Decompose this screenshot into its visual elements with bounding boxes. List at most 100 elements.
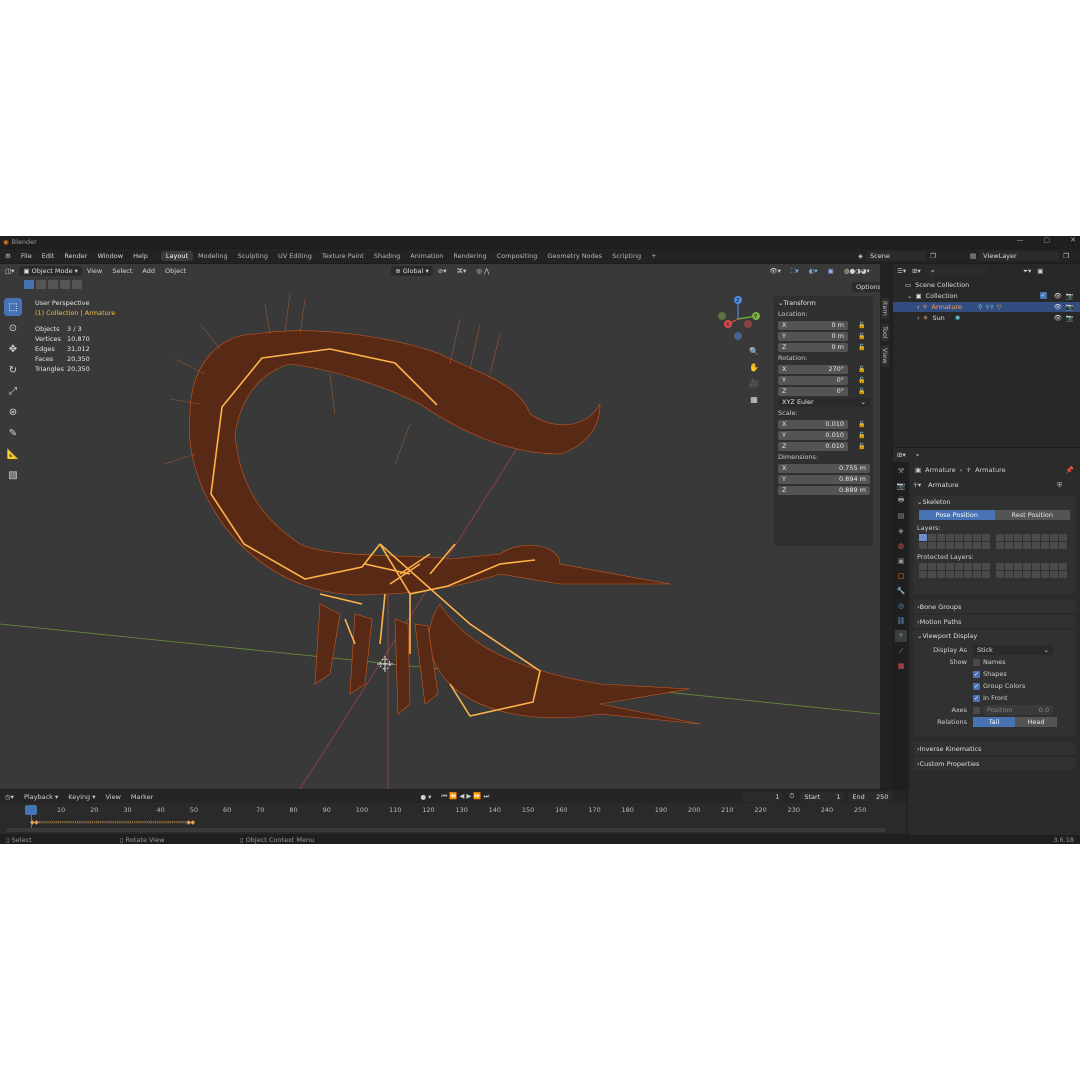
select-subtract-icon[interactable] <box>48 280 58 289</box>
menu-help[interactable]: Help <box>128 252 153 260</box>
transform-header[interactable]: ⌄ Transform <box>774 296 873 309</box>
armature-data-icon[interactable]: ☥▾ <box>913 481 921 489</box>
add-cube-tool-icon[interactable]: ▧ <box>4 466 22 484</box>
gizmo-toggle-icon[interactable]: ⛶▾ <box>786 267 804 276</box>
select-new-icon[interactable] <box>24 280 34 289</box>
eye-icon[interactable]: 👁 <box>1054 292 1062 300</box>
layer-buttons-right[interactable] <box>996 534 1067 549</box>
output-tab-icon[interactable]: 🖶 <box>895 495 907 507</box>
rotation-y-field[interactable]: Y 0° <box>778 376 848 385</box>
tail-button[interactable]: Tail <box>973 717 1015 727</box>
overlay-toggle-icon[interactable]: ◐▾ <box>804 267 823 275</box>
playback-controls[interactable]: ⏮⏪◀▶⏩⏭ <box>435 792 497 801</box>
measure-tool-icon[interactable]: 📐 <box>4 445 22 463</box>
expand-chevron-icon[interactable]: › <box>917 314 920 322</box>
physics-tab-icon[interactable]: ◎ <box>895 600 907 612</box>
timeline-scrollbar[interactable] <box>6 828 886 832</box>
cursor-tool-icon[interactable]: ⊙ <box>4 319 22 337</box>
lock-icon[interactable]: 🔓 <box>858 377 865 384</box>
lock-icon[interactable]: 🔓 <box>858 333 865 340</box>
checkbox-icon[interactable]: ✓ <box>1039 292 1047 299</box>
scene-field[interactable]: Scene <box>866 251 926 261</box>
tab-compositing[interactable]: Compositing <box>492 251 543 261</box>
editor-type-icon[interactable]: ◫▾ <box>0 267 19 275</box>
skeleton-header[interactable]: ⌄ Skeleton <box>913 496 1076 508</box>
tab-shading[interactable]: Shading <box>369 251 405 261</box>
view-layer-field[interactable]: ViewLayer <box>979 251 1060 261</box>
menu-window[interactable]: Window <box>92 252 128 260</box>
scale-y-field[interactable]: Y 0.010 <box>778 431 848 440</box>
timeline-editor-icon[interactable]: ◷▾ <box>0 793 19 801</box>
menu-object[interactable]: Object <box>160 267 191 275</box>
lock-icon[interactable]: 🔓 <box>858 421 865 428</box>
scale-z-field[interactable]: Z 0.010 <box>778 442 848 451</box>
world-tab-icon[interactable]: ◍ <box>895 540 907 552</box>
current-frame-field[interactable]: 1 <box>743 791 784 802</box>
tab-item[interactable]: Item <box>881 298 889 319</box>
camera-icon[interactable]: 📷 <box>1066 314 1074 322</box>
bone-groups-panel[interactable]: › Bone Groups <box>913 600 1076 613</box>
properties-editor-icon[interactable]: ⊞▾ <box>897 451 906 459</box>
dimensions-y-field[interactable]: Y 0.894 m <box>778 475 870 484</box>
new-scene-icon[interactable]: ❐ <box>930 252 936 260</box>
rotate-tool-icon[interactable]: ↻ <box>4 361 22 379</box>
minimize-icon[interactable]: — <box>1017 236 1024 244</box>
playhead[interactable] <box>25 805 37 815</box>
lock-icon[interactable]: 🔓 <box>858 443 865 450</box>
shapes-checkbox[interactable]: ✓ <box>973 670 980 678</box>
fake-user-icon[interactable]: ⛨ <box>1057 481 1062 490</box>
constraints-tab-icon[interactable]: ⛓ <box>895 615 907 627</box>
end-frame-field[interactable]: End 250 <box>848 791 893 802</box>
ortho-grid-icon[interactable]: ▦ <box>748 392 760 408</box>
pose-position-button[interactable]: Pose Position <box>919 510 995 520</box>
start-frame-field[interactable]: Start 1 <box>800 791 845 802</box>
motion-paths-panel[interactable]: › Motion Paths <box>913 615 1076 628</box>
keyframes-row[interactable]: ◆◆‹‹‹‹‹‹‹‹‹‹‹‹‹‹‹‹‹‹‹‹‹‹‹‹‹‹‹‹‹‹‹‹‹‹‹‹‹‹… <box>30 819 195 826</box>
texture-tab-icon[interactable]: ▦ <box>895 660 907 672</box>
protected-layer-buttons-left[interactable] <box>919 563 990 578</box>
record-icon[interactable]: ● ▾ <box>416 793 435 801</box>
blender-menu-icon[interactable]: ⚙ <box>0 252 16 260</box>
outliner-editor-icon[interactable]: ☰▾ <box>897 267 906 275</box>
view-layer-tab-icon[interactable]: ▤ <box>895 510 907 522</box>
group-colors-checkbox[interactable]: ✓ <box>973 682 980 690</box>
tab-tool[interactable]: Tool <box>881 322 889 342</box>
object-tab-icon[interactable]: ▢ <box>895 570 907 582</box>
scale-x-field[interactable]: X 0.010 <box>778 420 848 429</box>
close-icon[interactable]: ✕ <box>1070 236 1076 244</box>
select-invert-icon[interactable] <box>60 280 70 289</box>
stopwatch-icon[interactable]: ⏱ <box>783 792 800 801</box>
camera-icon[interactable]: 📷 <box>1066 303 1074 311</box>
annotate-tool-icon[interactable]: ✎ <box>4 424 22 442</box>
inverse-kinematics-panel[interactable]: › Inverse Kinematics <box>913 742 1076 755</box>
location-x-field[interactable]: X 0 m <box>778 321 848 330</box>
expand-chevron-icon[interactable]: ⌄ <box>907 292 912 300</box>
display-mode-icon[interactable]: ⊞▾ <box>912 267 921 275</box>
custom-properties-panel[interactable]: › Custom Properties <box>913 757 1076 770</box>
rotation-mode-dropdown[interactable]: XYZ Euler ⌄ <box>778 398 870 407</box>
snap-icon[interactable]: ⌘▾ <box>452 267 472 275</box>
scene-tab-icon[interactable]: ◈ <box>895 525 907 537</box>
select-extend-icon[interactable] <box>36 280 46 289</box>
outliner-item-sun[interactable]: › ☀ Sun ✺ 👁 📷 <box>893 313 1080 323</box>
filter-icon[interactable]: ⏷▾ <box>1023 267 1031 276</box>
render-tab-icon[interactable]: 📷 <box>895 480 907 492</box>
names-checkbox[interactable] <box>973 658 980 666</box>
camera-view-icon[interactable]: 🎥 <box>748 376 760 392</box>
rest-position-button[interactable]: Rest Position <box>994 510 1070 520</box>
3d-viewport[interactable]: ◫▾ ▣ Object Mode ▾ View Select Add Objec… <box>0 264 880 789</box>
modifier-tab-icon[interactable]: 🔧 <box>895 585 907 597</box>
outliner-search-input[interactable]: ⌕ <box>926 266 989 276</box>
scene-selector[interactable]: ◈ Scene ❐ <box>858 250 936 262</box>
navigation-gizmo[interactable]: Z Y X <box>714 294 770 344</box>
lock-icon[interactable]: 🔓 <box>858 344 865 351</box>
tab-rendering[interactable]: Rendering <box>448 251 491 261</box>
in-front-checkbox[interactable]: ✓ <box>973 694 980 702</box>
data-name-field[interactable]: Armature <box>924 480 1055 490</box>
orientation-dropdown[interactable]: ⊕ Global ▾ <box>391 266 433 276</box>
pin-icon[interactable]: 📌 <box>1066 466 1074 474</box>
collection-tab-icon[interactable]: ▣ <box>895 555 907 567</box>
armature-data-tab-icon[interactable]: ☥ <box>895 630 907 642</box>
eye-icon[interactable]: 👁 <box>1054 314 1062 322</box>
outliner-item-armature[interactable]: › ☥ Armature ⚲ ☥☥ ▽ 👁 📷 <box>893 302 1080 312</box>
